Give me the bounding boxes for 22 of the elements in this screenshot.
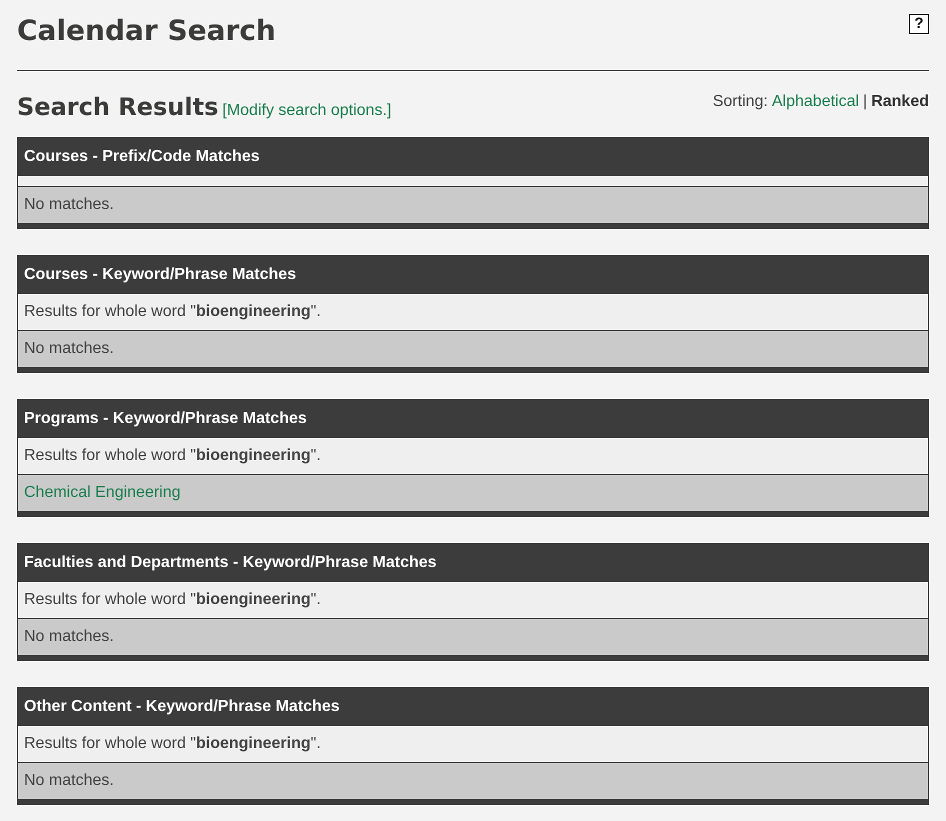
- section-header: Programs - Keyword/Phrase Matches: [18, 400, 928, 438]
- note-row: Results for whole word "bioengineering".: [18, 582, 928, 619]
- sort-option[interactable]: Ranked: [871, 93, 929, 111]
- section-header: Courses - Keyword/Phrase Matches: [18, 256, 928, 294]
- result-text: No matches.: [24, 628, 114, 645]
- section-header: Other Content - Keyword/Phrase Matches: [18, 688, 928, 726]
- results-heading: Search Results: [17, 93, 218, 121]
- note-row: Results for whole word "bioengineering".: [18, 438, 928, 475]
- note-row: Results for whole word "bioengineering".: [18, 294, 928, 331]
- section-header: Faculties and Departments - Keyword/Phrase Matches: [18, 544, 928, 582]
- result-text: No matches.: [24, 340, 114, 357]
- section-header: Courses - Prefix/Code Matches: [18, 138, 928, 176]
- help-button[interactable]: ?: [909, 14, 929, 34]
- result-text: No matches.: [24, 772, 114, 789]
- sorting-label: Sorting:: [712, 93, 768, 111]
- page-title: Calendar Search: [17, 14, 276, 47]
- sort-option[interactable]: Alphabetical: [772, 93, 860, 111]
- separator: |: [863, 93, 868, 111]
- result-text: No matches.: [24, 196, 114, 213]
- note-row: Results for whole word "bioengineering".: [18, 726, 928, 763]
- modify-search-link[interactable]: [Modify search options.]: [222, 102, 392, 120]
- result-link[interactable]: Chemical Engineering: [24, 484, 181, 501]
